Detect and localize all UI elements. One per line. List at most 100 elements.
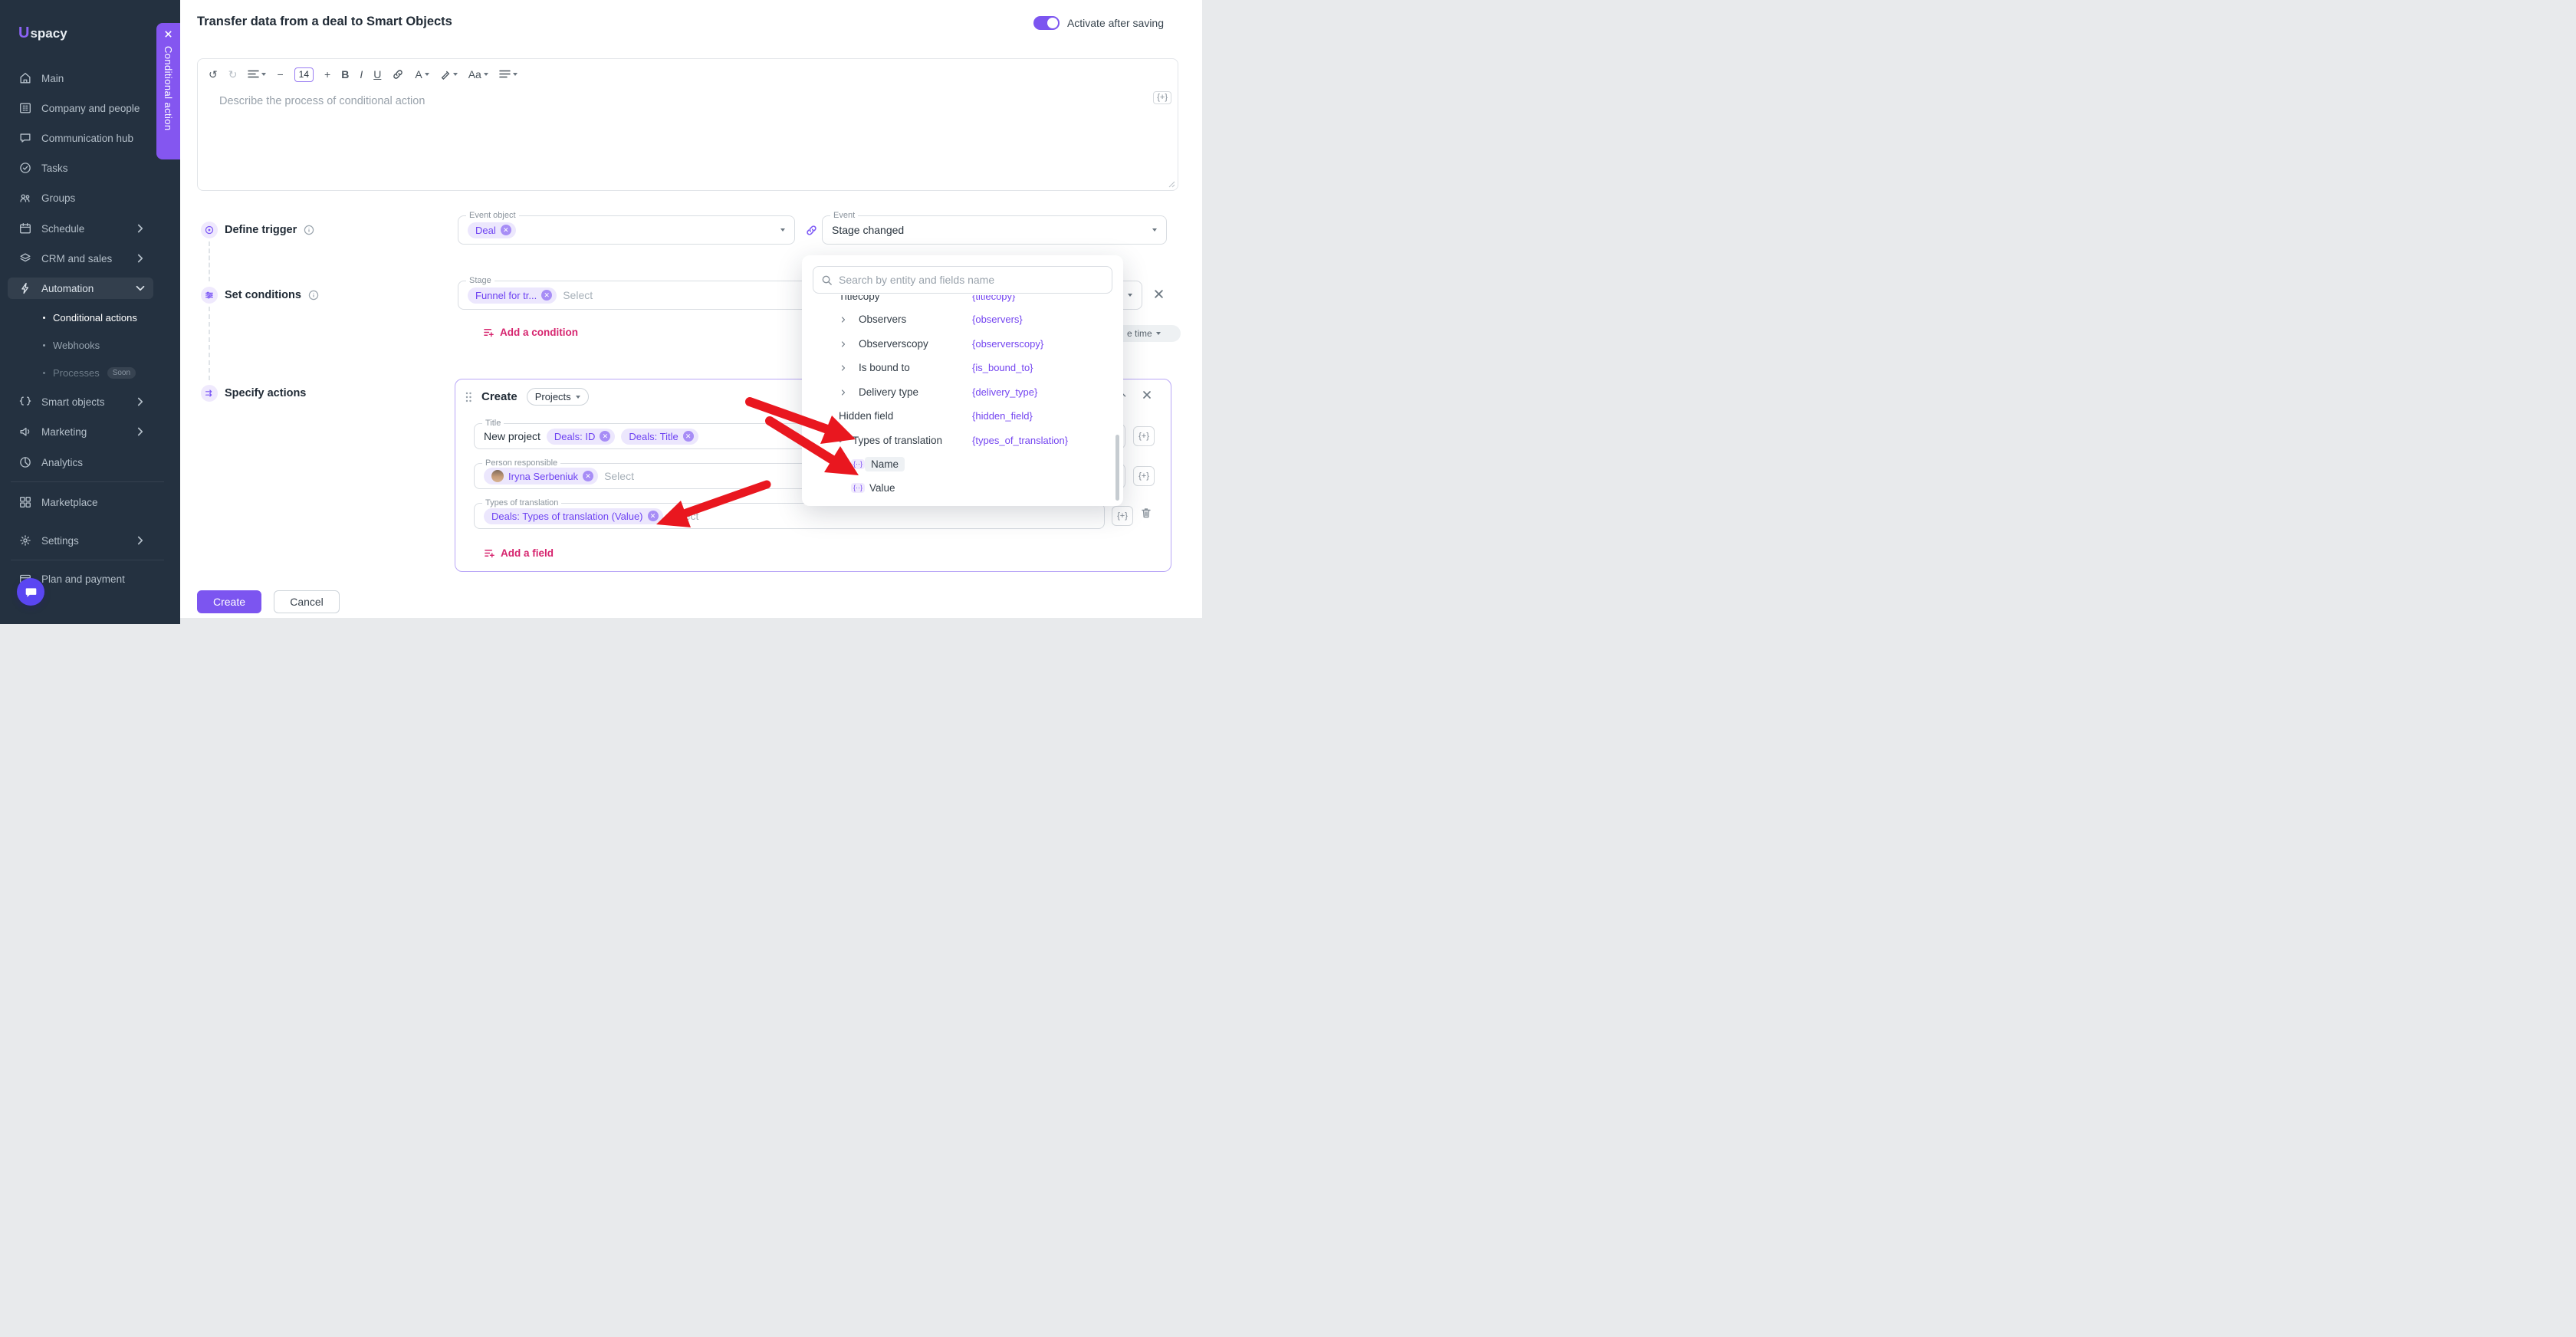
- create-button[interactable]: Create: [197, 590, 261, 613]
- section-connector: [209, 241, 210, 281]
- activate-toggle[interactable]: [1033, 16, 1060, 30]
- sidebar-subitem-processes[interactable]: Processes Soon: [8, 363, 153, 382]
- list-item-is-bound-to[interactable]: Is bound to {is_bound_to}: [802, 356, 1117, 380]
- sidebar-item-main[interactable]: Main: [8, 67, 153, 89]
- sidebar-item-groups[interactable]: Groups: [8, 187, 153, 209]
- list-item-observerscopy[interactable]: Observerscopy {observerscopy}: [802, 332, 1117, 356]
- chevron-right-icon: [137, 397, 143, 406]
- paragraph-align-button[interactable]: [248, 70, 267, 79]
- sidebar-item-communication[interactable]: Communication hub: [8, 127, 153, 149]
- chevron-right-icon: [137, 536, 143, 545]
- event-field[interactable]: Event Stage changed: [822, 211, 1167, 245]
- editor-toolbar: ↺ ↻ − 14 + B I U A Aa: [209, 65, 1167, 84]
- braces-icon: [19, 396, 31, 406]
- sidebar-item-smart-objects[interactable]: Smart objects: [8, 391, 153, 412]
- sidebar-item-tasks[interactable]: Tasks: [8, 157, 153, 179]
- chip-remove-icon[interactable]: ✕: [541, 290, 553, 301]
- info-icon[interactable]: [304, 225, 314, 235]
- section-set-conditions: Set conditions: [201, 287, 319, 304]
- align-icon: [499, 70, 511, 78]
- delete-field-icon[interactable]: [1140, 507, 1152, 519]
- chip-remove-icon[interactable]: ✕: [583, 471, 594, 481]
- sidebar-item-marketing[interactable]: Marketing: [8, 421, 153, 442]
- list-item-types-of-translation[interactable]: Types of translation {types_of_translati…: [802, 429, 1117, 453]
- entity-select[interactable]: Projects: [526, 388, 589, 406]
- add-field-link[interactable]: Add a field: [484, 547, 554, 559]
- conditions-icon: [201, 287, 218, 304]
- scrollbar[interactable]: [1116, 435, 1119, 501]
- caret-down-icon: [1152, 228, 1157, 232]
- sidebar-subitem-conditional-actions[interactable]: Conditional actions: [8, 308, 153, 327]
- event-value: Stage changed: [832, 224, 905, 236]
- toggle-label: Activate after saving: [1066, 17, 1164, 29]
- list-item-hidden-field[interactable]: Hidden field {hidden_field}: [802, 404, 1117, 429]
- title-chip-deals-title: Deals: Title ✕: [621, 428, 698, 445]
- link-fields-icon[interactable]: [805, 224, 818, 237]
- sidebar-subitem-webhooks[interactable]: Webhooks: [8, 336, 153, 354]
- insert-token-button[interactable]: {+}: [1153, 91, 1171, 104]
- undo-button[interactable]: ↺: [209, 68, 218, 81]
- chip-remove-icon[interactable]: ✕: [600, 431, 611, 442]
- sidebar-item-crm[interactable]: CRM and sales: [8, 248, 153, 269]
- editor-placeholder: Describe the process of conditional acti…: [219, 95, 426, 107]
- chip-remove-icon[interactable]: ✕: [500, 225, 511, 235]
- chevron-right-icon: [839, 340, 848, 349]
- uspacy-logo[interactable]: Uspacy: [18, 25, 67, 42]
- sidebar-item-schedule[interactable]: Schedule: [8, 218, 153, 239]
- actions-icon: [201, 385, 218, 402]
- underline-button[interactable]: U: [373, 68, 381, 80]
- list-child-value[interactable]: {··} Value: [802, 476, 1117, 500]
- fields-list: Titlecopy {titlecopy} Observers {observe…: [802, 295, 1117, 501]
- text-style-button[interactable]: Aa: [468, 68, 488, 80]
- close-icon[interactable]: [164, 30, 172, 38]
- list-item-observers[interactable]: Observers {observers}: [802, 307, 1117, 332]
- sidebar-item-company[interactable]: Company and people: [8, 97, 153, 119]
- search-input[interactable]: [839, 274, 1104, 286]
- close-card-icon[interactable]: [1142, 389, 1152, 400]
- font-size-box[interactable]: 14: [294, 67, 314, 82]
- logo-u-icon: U: [18, 25, 30, 41]
- info-icon[interactable]: [308, 290, 319, 301]
- editor-body[interactable]: Describe the process of conditional acti…: [198, 85, 1178, 190]
- caret-down-icon: [452, 73, 458, 76]
- insert-token-button[interactable]: {+}: [1112, 506, 1133, 526]
- list-child-name[interactable]: {··} Name: [802, 452, 1117, 476]
- caret-down-icon: [483, 73, 488, 76]
- lightning-icon: [21, 282, 29, 294]
- insert-token-button[interactable]: {+}: [1133, 426, 1155, 446]
- chip-remove-icon[interactable]: ✕: [682, 431, 694, 442]
- insert-token-button[interactable]: {+}: [1133, 466, 1155, 486]
- remove-condition-icon[interactable]: [1154, 289, 1164, 299]
- cancel-button[interactable]: Cancel: [274, 590, 340, 613]
- drag-handle-icon[interactable]: [465, 391, 472, 403]
- decrease-font-button[interactable]: −: [277, 68, 283, 80]
- add-filter-icon: [485, 550, 495, 558]
- sidebar-item-analytics[interactable]: Analytics: [8, 452, 153, 473]
- main-content: Transfer data from a deal to Smart Objec…: [180, 0, 1202, 618]
- add-condition-link[interactable]: Add a condition: [483, 327, 578, 338]
- align-button[interactable]: [499, 70, 518, 79]
- event-object-field[interactable]: Event object Deal ✕: [458, 211, 795, 245]
- increase-font-button[interactable]: +: [324, 68, 330, 80]
- pie-chart-icon: [20, 457, 31, 468]
- text-color-button[interactable]: A: [415, 68, 429, 80]
- chip-remove-icon[interactable]: ✕: [647, 511, 659, 521]
- resize-handle-icon[interactable]: [1168, 180, 1175, 188]
- company-icon: [20, 103, 31, 113]
- types-of-translation-field[interactable]: Types of translation Deals: Types of tra…: [474, 498, 1105, 529]
- section-connector: [209, 307, 210, 380]
- italic-button[interactable]: I: [360, 68, 363, 80]
- bold-button[interactable]: B: [341, 68, 349, 80]
- conditional-action-tab[interactable]: Conditional action: [156, 23, 180, 159]
- sidebar-item-automation[interactable]: Automation: [8, 278, 153, 299]
- create-label: Create: [481, 390, 518, 403]
- list-item-delivery-type[interactable]: Delivery type {delivery_type}: [802, 380, 1117, 405]
- redo-button[interactable]: ↻: [228, 68, 238, 81]
- link-button[interactable]: [392, 68, 404, 80]
- sidebar-item-marketplace[interactable]: Marketplace: [8, 491, 153, 513]
- list-item-titlecopy[interactable]: Titlecopy {titlecopy}: [802, 295, 1117, 307]
- support-chat-button[interactable]: [17, 578, 44, 606]
- section-specify-actions: Specify actions: [201, 385, 306, 402]
- sidebar-item-settings[interactable]: Settings: [8, 530, 153, 551]
- highlight-button[interactable]: [440, 69, 458, 80]
